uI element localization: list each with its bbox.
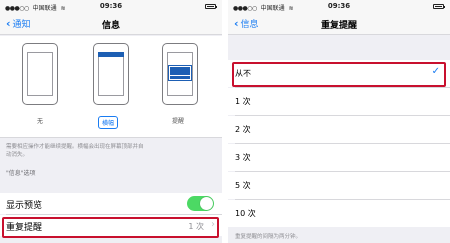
option-alert-label[interactable]: 提醒 bbox=[172, 116, 184, 125]
nav-bar: ‹ 通知 信息 bbox=[0, 13, 222, 35]
option-banner-label[interactable]: 横幅 bbox=[98, 116, 119, 129]
option-1x[interactable]: 1 次 bbox=[228, 88, 450, 115]
show-preview-row: 显示预览 bbox=[0, 193, 222, 214]
page-title: 信息 bbox=[101, 21, 120, 31]
repeat-interval-note: 重复提醒的间隔为两分钟。 bbox=[235, 234, 302, 240]
option-2x[interactable]: 2 次 bbox=[228, 116, 450, 143]
status-bar: ●●●○○ 中国联通 ≋ 09:36 bbox=[0, 0, 222, 13]
alert-style-note: 需要相应操作才能继续提醒。横幅会出现在屏幕顶部并自动消失。 bbox=[6, 144, 144, 158]
option-5x[interactable]: 5 次 bbox=[228, 172, 450, 199]
right-screen: ●●●○○ 中国联通 ≋ 09:36 ‹ 信息 重复提醒 从不 ✓ 1 次 2 次… bbox=[228, 0, 450, 243]
alert-indicator bbox=[168, 65, 192, 81]
option-banner-preview[interactable] bbox=[93, 43, 129, 105]
option-10x[interactable]: 10 次 bbox=[228, 200, 450, 227]
option-alert-preview[interactable] bbox=[162, 43, 198, 105]
nav-bar: ‹ 信息 重复提醒 bbox=[228, 13, 450, 35]
never-option-highlight bbox=[232, 62, 446, 87]
option-none-preview[interactable] bbox=[22, 43, 58, 105]
page-title: 重复提醒 bbox=[320, 21, 357, 31]
option-none-label[interactable]: 无 bbox=[33, 116, 47, 125]
alert-style-picker: 无 横幅 提醒 bbox=[0, 36, 222, 138]
repeat-alert-highlight bbox=[2, 217, 219, 238]
option-3x[interactable]: 3 次 bbox=[228, 144, 450, 171]
section-header: "信息"选项 bbox=[6, 170, 36, 177]
battery-icon bbox=[433, 4, 445, 9]
clock: 09:36 bbox=[99, 2, 123, 10]
show-preview-label: 显示预览 bbox=[6, 201, 43, 211]
show-preview-toggle[interactable] bbox=[187, 196, 214, 211]
banner-indicator bbox=[98, 52, 124, 57]
left-screen: ●●●○○ 中国联通 ≋ 09:36 ‹ 通知 信息 无 横幅 提醒 需要相应操作… bbox=[0, 0, 222, 243]
status-bar: ●●●○○ 中国联通 ≋ 09:36 bbox=[228, 0, 450, 13]
clock: 09:36 bbox=[327, 2, 351, 10]
battery-icon bbox=[205, 4, 217, 9]
